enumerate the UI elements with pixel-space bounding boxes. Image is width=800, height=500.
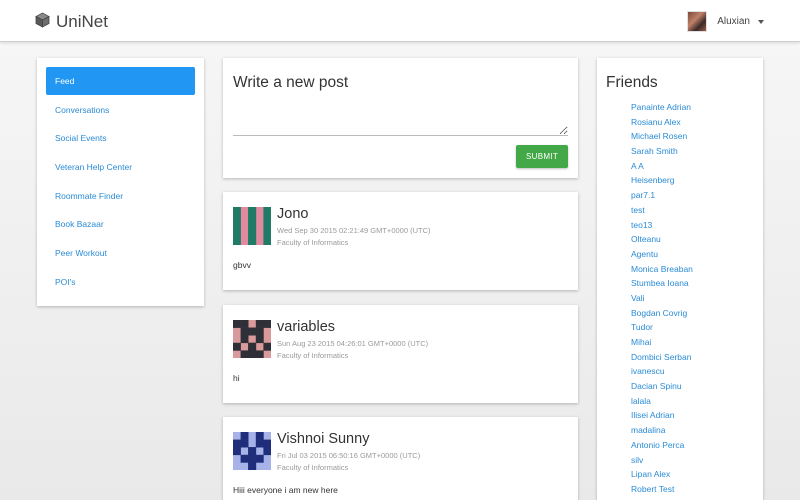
avatar[interactable] [233, 207, 271, 245]
friend-link[interactable]: Mihai [631, 335, 693, 350]
friends-panel: Friends Panainte Adrian Rosianu Alex Micha… [597, 58, 763, 500]
post-textarea[interactable] [233, 100, 568, 136]
avatar[interactable] [233, 320, 271, 358]
post-faculty: Faculty of Informatics [277, 463, 349, 472]
sidebar-item-social-events[interactable]: Social Events [46, 124, 195, 152]
friend-link[interactable]: Bogdan Covrig [631, 306, 693, 321]
sidebar: Feed Conversations Social Events Veteran He… [37, 58, 204, 306]
brand[interactable]: UniNet [35, 11, 108, 33]
post-author[interactable]: variables [277, 319, 335, 335]
post-body: Hiii everyone i am new here [233, 485, 338, 495]
friend-link[interactable]: silv [631, 453, 693, 468]
sidebar-item-book-bazaar[interactable]: Book Bazaar [46, 210, 195, 238]
avatar [687, 11, 708, 32]
post-author[interactable]: Vishnoi Sunny [277, 431, 369, 447]
friend-link[interactable]: ivanescu [631, 364, 693, 379]
post-card: Vishnoi Sunny Fri Jul 03 2015 06:50:16 GM… [223, 417, 578, 500]
friend-link[interactable]: Heisenberg [631, 173, 693, 188]
friend-link[interactable]: teo13 [631, 218, 693, 233]
post-date: Sun Aug 23 2015 04:26:01 GMT+0000 (UTC) [277, 339, 429, 348]
user-name: Aluxian [717, 16, 750, 27]
caret-down-icon [758, 19, 764, 24]
friend-link[interactable]: Agentu [631, 247, 693, 262]
friend-link[interactable]: Robert Test [631, 482, 693, 497]
post-body: gbvv [233, 260, 251, 270]
friends-title: Friends [606, 74, 658, 91]
friend-link[interactable]: Monica Breaban [631, 262, 693, 277]
sidebar-item-veteran-help-center[interactable]: Veteran Help Center [46, 153, 195, 181]
friend-link[interactable]: Dombici Serban [631, 350, 693, 365]
friend-link[interactable]: Antonio Perca [631, 438, 693, 453]
friend-link[interactable]: test [631, 203, 693, 218]
friend-link[interactable]: Michael Rosen [631, 129, 693, 144]
friend-link[interactable]: Stumbea Ioana [631, 276, 693, 291]
post-author[interactable]: Jono [277, 206, 308, 222]
top-navbar: UniNet Aluxian [0, 0, 800, 42]
sidebar-item-feed[interactable]: Feed [46, 67, 195, 95]
avatar[interactable] [233, 432, 271, 470]
friend-link[interactable]: Sarah Smith [631, 144, 693, 159]
friend-link[interactable]: Lipan Alex [631, 467, 693, 482]
compose-title: Write a new post [233, 74, 349, 91]
submit-button[interactable]: SUBMIT [516, 145, 568, 168]
friend-link[interactable]: Dacian Spinu [631, 379, 693, 394]
friend-link[interactable]: Vali [631, 291, 693, 306]
friend-link[interactable]: madalina [631, 423, 693, 438]
sidebar-item-conversations[interactable]: Conversations [46, 96, 195, 124]
post-faculty: Faculty of Informatics [277, 238, 349, 247]
cube-icon [35, 12, 50, 33]
friend-link[interactable]: par7.1 [631, 188, 693, 203]
friend-link[interactable]: Panainte Adrian [631, 100, 693, 115]
friend-link[interactable]: lalala [631, 394, 693, 409]
friend-link[interactable]: Olteanu [631, 232, 693, 247]
friend-link[interactable]: Ilisei Adrian [631, 408, 693, 423]
sidebar-item-poi-s[interactable]: POI's [46, 268, 195, 296]
friend-link[interactable]: Tudor [631, 320, 693, 335]
friend-link[interactable]: A A [631, 159, 693, 174]
post-date: Fri Jul 03 2015 06:50:16 GMT+0000 (UTC) [277, 451, 421, 460]
sidebar-item-peer-workout[interactable]: Peer Workout [46, 239, 195, 267]
friend-list: Panainte Adrian Rosianu Alex Michael Rosen… [631, 100, 693, 497]
post-date: Wed Sep 30 2015 02:21:49 GMT+0000 (UTC) [277, 226, 431, 235]
user-menu[interactable]: Aluxian [687, 11, 764, 32]
friend-link[interactable]: Rosianu Alex [631, 115, 693, 130]
brand-title: UniNet [56, 12, 108, 31]
post-card: Jono Wed Sep 30 2015 02:21:49 GMT+0000 (U… [223, 192, 578, 290]
new-post-card: Write a new post SUBMIT [223, 58, 578, 178]
post-body: hi [233, 373, 240, 383]
post-faculty: Faculty of Informatics [277, 351, 349, 360]
sidebar-item-roommate-finder[interactable]: Roommate Finder [46, 182, 195, 210]
post-card: variables Sun Aug 23 2015 04:26:01 GMT+00… [223, 305, 578, 403]
